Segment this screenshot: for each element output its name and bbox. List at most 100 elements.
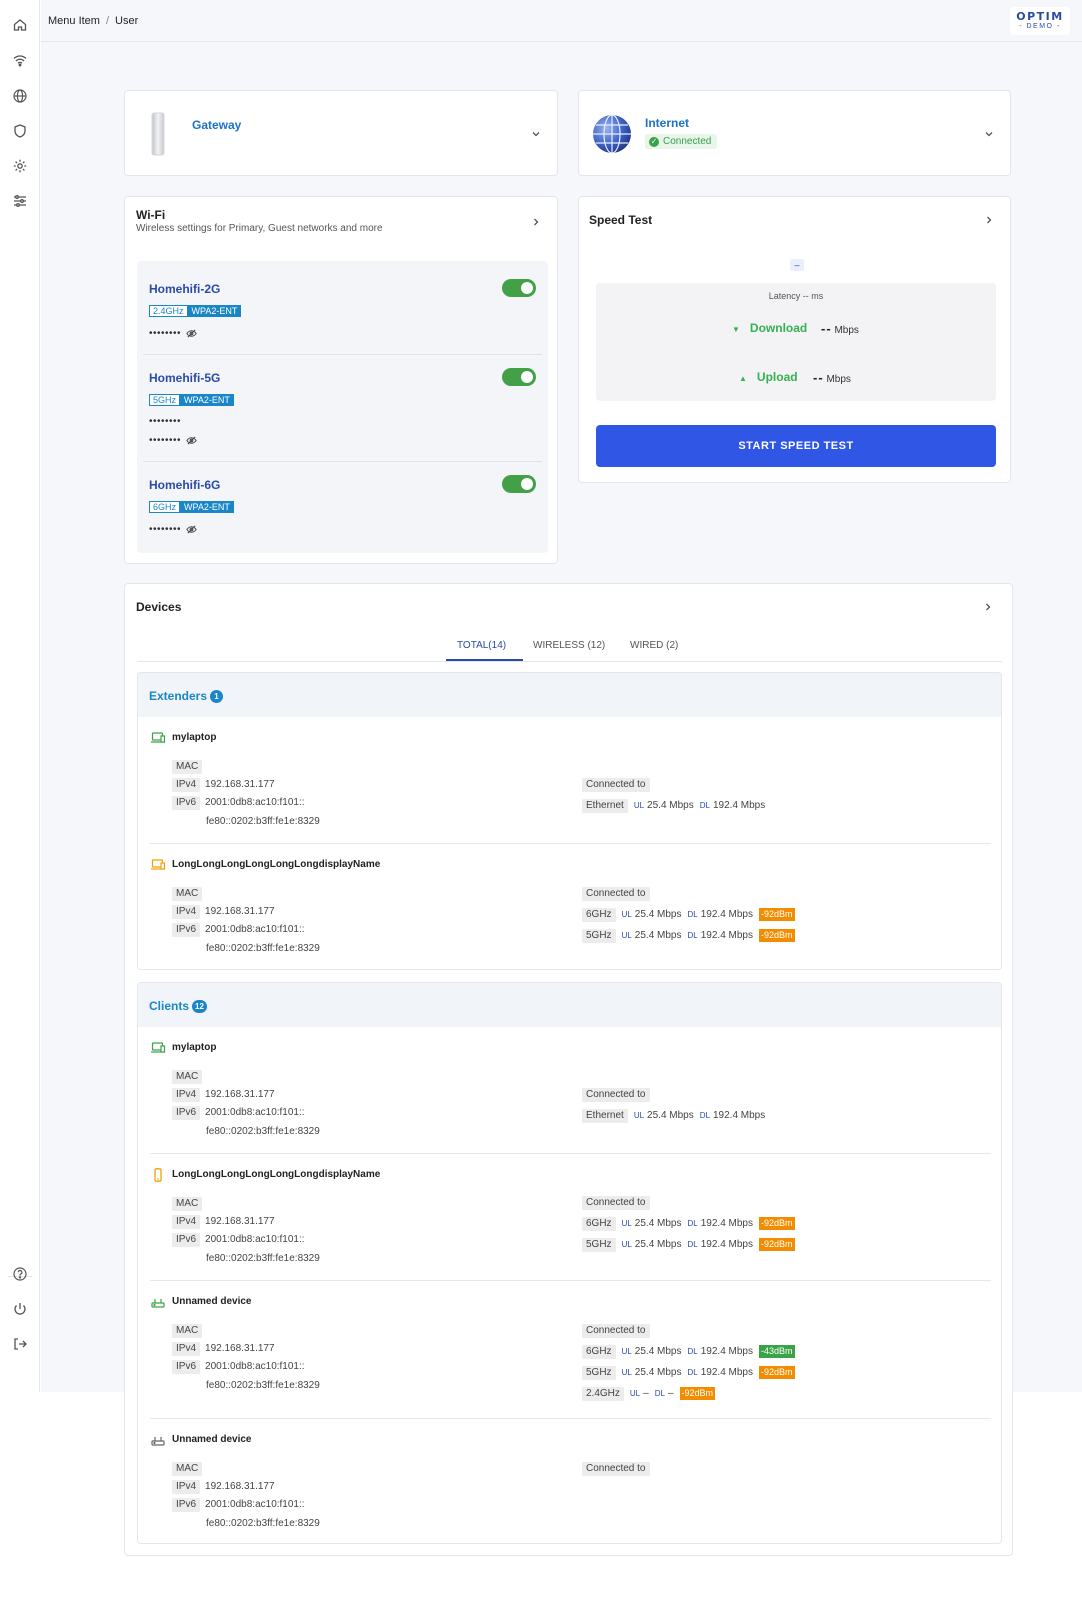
download-label: Download <box>749 321 808 335</box>
connection-link: 6GHz UL 25.4 Mbps DL 192.4 Mbps -43dBm <box>582 1345 795 1359</box>
power-icon[interactable] <box>12 1301 28 1317</box>
connected-to-label-row: Connected to <box>582 1088 656 1102</box>
ipv4-label: IPv4 <box>172 1215 201 1229</box>
wifi-network-name[interactable]: Homehifi-5G <box>149 371 220 385</box>
upload-speed: -- <box>813 370 824 385</box>
mac-field: MAC <box>172 1070 207 1084</box>
gateway-card[interactable]: Gateway <box>124 90 558 176</box>
globe-icon[interactable] <box>12 88 28 104</box>
clients-title[interactable]: Clients 12 <box>149 999 207 1013</box>
device-name[interactable]: LongLongLongLongLongLongdisplayName <box>172 1169 380 1180</box>
ipv6-secondary-value: fe80::0202:b3ff:fe1e:8329 <box>206 816 320 827</box>
device-name[interactable]: Unnamed device <box>172 1296 251 1307</box>
download-row: ▼ Download <box>732 321 807 335</box>
ipv6-field: IPv6 2001:0db8:ac10:f101:: <box>172 1360 305 1374</box>
connected-to-label: Connected to <box>582 778 650 792</box>
gateway-device-image <box>151 112 165 156</box>
ipv6-label: IPv6 <box>172 1233 201 1247</box>
chevron-right-icon[interactable] <box>984 215 994 225</box>
rssi-badge: -92dBm <box>759 1217 795 1230</box>
ipv6-value: 2001:0db8:ac10:f101:: <box>205 924 305 935</box>
ul-label: UL <box>621 1347 632 1356</box>
shield-icon[interactable] <box>12 123 28 139</box>
tab-wired[interactable]: WIRED (2) <box>630 640 678 651</box>
wifi-network-toggle[interactable] <box>502 368 536 386</box>
download-unit: Mbps <box>834 325 859 336</box>
clients-label: Clients <box>149 999 190 1013</box>
internet-card[interactable]: Internet ✓ Connected <box>578 90 1011 176</box>
mac-field: MAC <box>172 1197 207 1211</box>
device-name[interactable]: mylaptop <box>172 732 216 743</box>
chevron-down-icon[interactable] <box>984 129 994 139</box>
connection-link: 5GHz UL 25.4 Mbps DL 192.4 Mbps -92dBm <box>582 1366 795 1380</box>
device-divider <box>150 1153 991 1154</box>
wifi-network-name[interactable]: Homehifi-2G <box>149 282 220 296</box>
dl-label: DL <box>687 1219 698 1228</box>
mac-field: MAC <box>172 1462 207 1476</box>
wifi-band-badge: 6GHz WPA2-ENT <box>149 501 234 513</box>
upload-unit: Mbps <box>826 374 851 385</box>
chevron-right-icon[interactable] <box>531 217 541 227</box>
speed-test-title[interactable]: Speed Test <box>589 213 652 227</box>
extenders-header: Extenders 1 <box>138 673 1001 717</box>
wifi-security: WPA2-ENT <box>180 501 234 513</box>
toggle-knob <box>521 478 533 490</box>
ipv6-field: IPv6 2001:0db8:ac10:f101:: <box>172 796 305 810</box>
dl-value: 192.4 Mbps <box>700 1218 753 1229</box>
device-name[interactable]: mylaptop <box>172 1042 216 1053</box>
download-speed: -- <box>821 321 832 336</box>
logout-icon[interactable] <box>12 1336 28 1352</box>
eye-off-icon[interactable] <box>186 524 197 535</box>
home-icon[interactable] <box>12 17 28 33</box>
tab-wireless[interactable]: WIRELESS (12) <box>533 640 605 651</box>
wifi-network-name[interactable]: Homehifi-6G <box>149 478 220 492</box>
sliders-icon[interactable] <box>12 193 28 209</box>
rssi-badge: -43dBm <box>759 1345 795 1358</box>
gear-icon[interactable] <box>12 158 28 174</box>
tab-total[interactable]: TOTAL(14) <box>457 640 506 651</box>
ipv4-field: IPv4 192.168.31.177 <box>172 1342 275 1356</box>
wifi-card-title[interactable]: Wi-Fi <box>136 208 165 222</box>
chevron-right-icon[interactable] <box>983 602 993 612</box>
connected-to-label: Connected to <box>582 887 650 901</box>
link-interface: 5GHz <box>582 1366 616 1380</box>
gateway-title[interactable]: Gateway <box>192 118 241 132</box>
internet-title[interactable]: Internet <box>645 116 689 130</box>
device-name[interactable]: LongLongLongLongLongLongdisplayName <box>172 859 380 870</box>
connected-to-label: Connected to <box>582 1196 650 1210</box>
connection-link: 2.4GHz UL – DL – -92dBm <box>582 1387 716 1401</box>
wifi-icon[interactable] <box>12 52 28 68</box>
chevron-down-icon[interactable] <box>531 129 541 139</box>
dl-value: – <box>667 1388 674 1399</box>
ipv6-field: IPv6 2001:0db8:ac10:f101:: <box>172 1106 305 1120</box>
devices-title[interactable]: Devices <box>136 600 181 614</box>
upload-label: Upload <box>756 370 798 384</box>
breadcrumb-item-menu[interactable]: Menu Item <box>48 15 100 27</box>
extenders-title[interactable]: Extenders 1 <box>149 689 224 703</box>
device-divider <box>150 1418 991 1419</box>
help-icon[interactable] <box>12 1266 28 1282</box>
optim-logo: OPTIM - DEMO - <box>1010 7 1070 35</box>
ipv6-secondary-value: fe80::0202:b3ff:fe1e:8329 <box>206 943 320 954</box>
toggle-knob <box>521 371 533 383</box>
eye-off-icon[interactable] <box>186 435 197 446</box>
ipv4-label: IPv4 <box>172 1088 201 1102</box>
dl-label: DL <box>687 931 698 940</box>
connection-link: 6GHz UL 25.4 Mbps DL 192.4 Mbps -92dBm <box>582 908 795 922</box>
phone-icon <box>150 1168 166 1182</box>
wifi-network-toggle[interactable] <box>502 279 536 297</box>
dl-value: 192.4 Mbps <box>712 1110 766 1121</box>
latency-readout: Latency -- ms <box>768 291 824 301</box>
dl-label: DL <box>687 1368 698 1377</box>
ipv4-label: IPv4 <box>172 905 201 919</box>
speed-test-results: Latency -- ms ▼ Download -- Mbps ▲ Upload … <box>596 283 996 401</box>
speed-test-card: Speed Test – Latency -- ms ▼ Download -- … <box>578 196 1011 483</box>
wifi-network-toggle[interactable] <box>502 475 536 493</box>
logo-subtext: - DEMO - <box>1019 23 1061 30</box>
speed-test-collapse-button[interactable]: – <box>790 259 804 271</box>
laptop-icon <box>150 1041 166 1055</box>
device-name[interactable]: Unnamed device <box>172 1434 251 1445</box>
wifi-password-row: •••••••• <box>149 328 197 339</box>
start-speed-test-button[interactable]: START SPEED TEST <box>596 425 996 467</box>
eye-off-icon[interactable] <box>186 328 197 339</box>
